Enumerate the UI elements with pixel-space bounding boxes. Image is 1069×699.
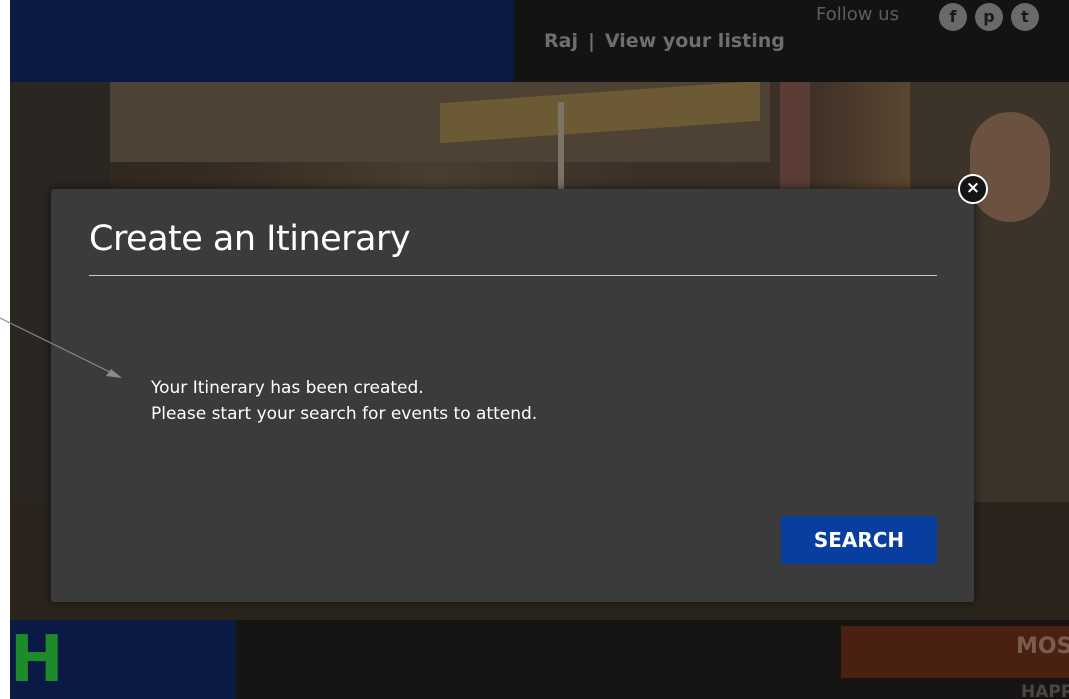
site-header: Raj | View your listing Follow us f p t (10, 0, 1069, 82)
follow-us-label: Follow us (816, 4, 899, 25)
bottom-brand-block: H (10, 620, 236, 699)
search-button[interactable]: SEARCH (781, 516, 937, 564)
promo-banner-text: MOS (1016, 634, 1069, 659)
page-background: Raj | View your listing Follow us f p t H … (10, 0, 1069, 699)
modal-divider (89, 275, 937, 276)
modal-message-line: Your Itinerary has been created. (151, 378, 424, 398)
modal-message: Your Itinerary has been created. Please … (151, 375, 537, 427)
link-separator: | (587, 30, 595, 52)
itinerary-modal: Create an Itinerary Your Itinerary has b… (51, 189, 974, 602)
view-listing-link[interactable]: View your listing (605, 30, 785, 52)
modal-title: Create an Itinerary (89, 219, 411, 259)
facebook-icon[interactable]: f (939, 3, 967, 31)
promo-banner-subtext: HAPP (1021, 682, 1069, 699)
header-brand-area (10, 0, 514, 82)
hero-image-face (970, 112, 1050, 222)
hero-image-tent-pole (558, 102, 564, 202)
twitter-icon[interactable]: t (1011, 3, 1039, 31)
bottom-logo-letter: H (10, 623, 64, 697)
modal-message-line: Please start your search for events to a… (151, 404, 538, 424)
bottom-section: H (10, 620, 1069, 699)
user-links: Raj | View your listing (544, 30, 785, 52)
pinterest-icon[interactable]: p (975, 3, 1003, 31)
close-icon[interactable]: × (958, 174, 988, 204)
user-name-link[interactable]: Raj (544, 30, 578, 52)
